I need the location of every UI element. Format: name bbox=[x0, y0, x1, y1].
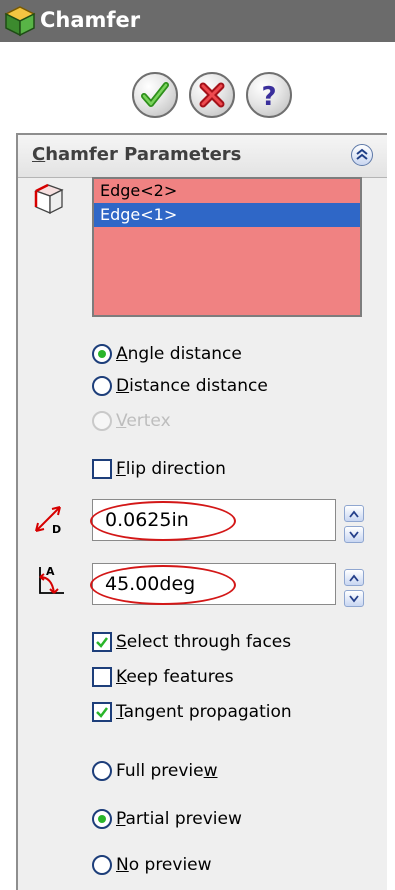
edges-list[interactable]: Edge<2> Edge<1> bbox=[92, 177, 362, 317]
keep-features-checkbox[interactable]: Keep features bbox=[92, 663, 234, 691]
distance-highlight-oval bbox=[90, 501, 236, 541]
radio-unselected-icon bbox=[92, 855, 112, 875]
chamfer-parameters-panel: Chamfer Parameters Edge<2> Edge<1> Angle… bbox=[16, 133, 387, 890]
radio-disabled-icon bbox=[92, 411, 112, 431]
select-through-faces-checkbox[interactable]: Select through faces bbox=[92, 628, 291, 656]
radio-selected-icon bbox=[92, 809, 112, 829]
vertex-label: Vertex bbox=[116, 411, 171, 431]
checkbox-unchecked-icon bbox=[92, 459, 112, 479]
spin-up-button[interactable] bbox=[344, 505, 364, 522]
list-item[interactable]: Edge<2> bbox=[94, 179, 360, 203]
no-preview-label: No preview bbox=[116, 855, 212, 875]
svg-text:?: ? bbox=[261, 82, 276, 110]
angle-distance-radio[interactable]: Angle distance bbox=[92, 340, 242, 368]
property-manager-titlebar: Chamfer bbox=[0, 0, 395, 42]
flip-direction-label: Flip direction bbox=[116, 459, 226, 479]
select-through-faces-label: Select through faces bbox=[116, 632, 292, 652]
help-icon: ? bbox=[261, 82, 276, 110]
flip-direction-checkbox[interactable]: Flip direction bbox=[92, 455, 226, 483]
svg-text:D: D bbox=[52, 523, 61, 536]
radio-unselected-icon bbox=[92, 376, 112, 396]
spin-up-icon bbox=[349, 510, 359, 518]
distance-distance-label: Distance distance bbox=[116, 376, 268, 396]
vertex-radio: Vertex bbox=[92, 407, 171, 435]
partial-preview-radio[interactable]: Partial preview bbox=[92, 805, 242, 833]
full-preview-radio[interactable]: Full preview bbox=[92, 757, 218, 785]
spin-down-icon bbox=[349, 594, 359, 602]
cancel-icon bbox=[199, 82, 225, 108]
section-title: Chamfer Parameters bbox=[32, 144, 242, 165]
checkbox-checked-icon bbox=[92, 702, 112, 722]
tangent-propagation-checkbox[interactable]: Tangent propagation bbox=[92, 698, 292, 726]
radio-unselected-icon bbox=[92, 761, 112, 781]
distance-distance-radio[interactable]: Distance distance bbox=[92, 372, 268, 400]
angle-highlight-oval bbox=[90, 565, 236, 605]
ok-button[interactable] bbox=[132, 72, 178, 118]
action-buttons: ? bbox=[0, 72, 395, 122]
angle-spinner[interactable] bbox=[344, 569, 366, 611]
chevron-up-icon bbox=[356, 148, 368, 160]
angle-distance-label: Angle distance bbox=[116, 344, 242, 364]
collapse-button[interactable] bbox=[351, 144, 373, 166]
section-header[interactable]: Chamfer Parameters bbox=[18, 135, 387, 178]
spin-up-button[interactable] bbox=[344, 569, 364, 586]
keep-features-label: Keep features bbox=[116, 667, 234, 687]
tangent-propagation-label: Tangent propagation bbox=[116, 702, 292, 722]
partial-preview-label: Partial preview bbox=[116, 809, 242, 829]
chamfer-feature-icon bbox=[4, 5, 36, 42]
edges-selection-icon bbox=[32, 181, 66, 222]
radio-selected-icon bbox=[92, 344, 112, 364]
spin-down-icon bbox=[349, 530, 359, 538]
svg-text:A: A bbox=[46, 565, 55, 578]
spin-up-icon bbox=[349, 574, 359, 582]
distance-spinner[interactable] bbox=[344, 505, 366, 547]
spin-down-button[interactable] bbox=[344, 526, 364, 543]
checkbox-checked-icon bbox=[92, 632, 112, 652]
cancel-button[interactable] bbox=[189, 72, 235, 118]
no-preview-radio[interactable]: No preview bbox=[92, 851, 212, 879]
full-preview-label: Full preview bbox=[116, 761, 218, 781]
ok-icon bbox=[141, 82, 169, 107]
list-item-selected[interactable]: Edge<1> bbox=[94, 203, 360, 227]
window-title: Chamfer bbox=[40, 8, 141, 32]
distance-icon: D bbox=[32, 501, 68, 542]
angle-icon: A bbox=[32, 563, 68, 604]
checkbox-unchecked-icon bbox=[92, 667, 112, 687]
help-button[interactable]: ? bbox=[246, 72, 292, 118]
spin-down-button[interactable] bbox=[344, 590, 364, 607]
